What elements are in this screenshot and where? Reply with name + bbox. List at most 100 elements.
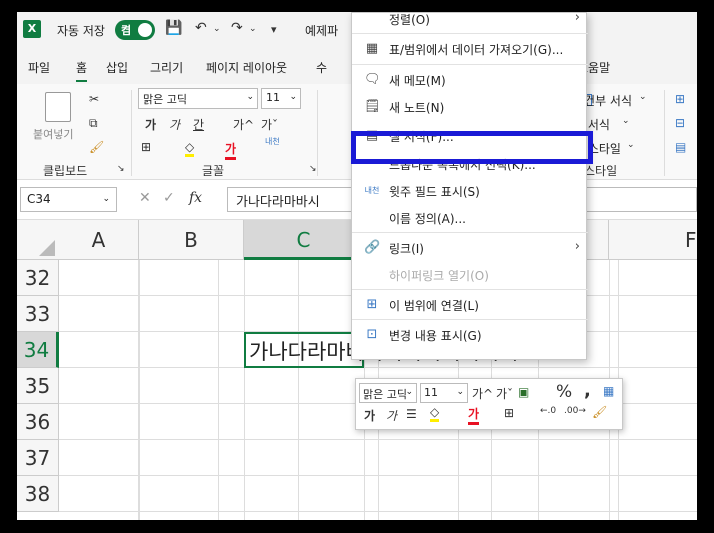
format-table-icon[interactable]: ▦	[603, 384, 614, 398]
mini-fill-color-icon[interactable]: ◇	[430, 405, 440, 422]
bold-button[interactable]: 가	[145, 116, 156, 133]
cancel-icon[interactable]: ✕	[139, 190, 151, 206]
name-box-value: C34	[27, 192, 51, 206]
border-icon[interactable]: ⊞	[141, 140, 151, 154]
increase-font-icon[interactable]: 가^	[233, 116, 254, 133]
font-name-value: 맑은 고딕	[143, 93, 187, 106]
menu-item-label: 하이퍼링크 열기(O)	[389, 269, 489, 283]
column-header-b[interactable]: B	[139, 220, 244, 260]
autosave-toggle[interactable]: 켬	[115, 20, 155, 40]
enter-icon[interactable]: ✓	[163, 190, 175, 206]
delete-cells-icon[interactable]: ⊟	[675, 116, 685, 130]
paste-icon[interactable]	[45, 92, 71, 122]
menu-item-open-hyperlink: 하이퍼링크 열기(O)	[352, 261, 588, 289]
table-icon: ▦	[365, 41, 379, 56]
align-center-icon[interactable]: ☰	[406, 407, 417, 421]
chevron-down-icon: ⌄	[639, 92, 647, 102]
tab-page-layout[interactable]: 페이지 레이아웃	[206, 59, 287, 76]
menu-item-get-data[interactable]: ▦ 표/범위에서 데이터 가져오기(G)...	[352, 35, 588, 63]
file-name: 예제파	[305, 24, 339, 38]
tab-home[interactable]: 홈	[76, 59, 88, 82]
row-header-34[interactable]: 34	[17, 332, 59, 368]
menu-separator	[352, 64, 588, 65]
column-header-a[interactable]: A	[59, 220, 139, 260]
select-all-button[interactable]	[17, 220, 59, 260]
clipboard-launcher-icon[interactable]: ↘	[117, 164, 125, 174]
column-header-c[interactable]: C	[244, 220, 364, 260]
accounting-format-icon[interactable]: ▣	[518, 385, 529, 399]
increase-decimal-icon[interactable]: ←.0	[540, 406, 556, 416]
redo-dropdown-icon[interactable]: ⌄	[249, 24, 257, 34]
decrease-font-icon[interactable]: 가ˇ	[261, 116, 278, 133]
customize-toolbar-icon[interactable]: ▾	[271, 23, 277, 36]
mini-bold-button[interactable]: 가	[364, 407, 375, 424]
menu-item-label: 윗주 필드 표시(S)	[389, 185, 480, 199]
menu-separator	[352, 289, 588, 290]
menu-item-show-changes[interactable]: ⊡ 변경 내용 표시(G)	[352, 321, 588, 349]
menu-item-link-to-range[interactable]: ⊞ 이 범위에 연결(L)	[352, 291, 588, 319]
insert-cells-icon[interactable]: ⊞	[675, 92, 685, 106]
chevron-right-icon: ›	[574, 12, 580, 25]
font-name-select[interactable]: 맑은 고딕 ⌄	[138, 88, 258, 109]
clipboard-group-label: 클립보드	[43, 164, 88, 178]
decrease-font-icon[interactable]: 가ˇ	[496, 385, 513, 402]
increase-font-icon[interactable]: 가^	[472, 385, 493, 402]
font-size-select[interactable]: 11 ⌄	[261, 88, 301, 109]
menu-item-link[interactable]: 🔗 링크(I) ›	[352, 234, 588, 262]
row-header-38[interactable]: 38	[17, 476, 59, 512]
mini-font-size-select[interactable]: 11 ⌄	[420, 383, 468, 403]
comma-button[interactable]: ,	[584, 380, 591, 401]
row-header-35[interactable]: 35	[17, 368, 59, 404]
phonetic-icon[interactable]: 내천	[265, 136, 280, 147]
mini-format-painter-icon[interactable]: 🖌	[592, 405, 607, 419]
tab-file[interactable]: 파일	[28, 59, 50, 76]
mini-font-name-select[interactable]: 맑은 고딕 ⌄	[359, 383, 417, 403]
name-box[interactable]: C34 ⌄	[20, 187, 117, 212]
save-icon[interactable]: 💾	[165, 20, 182, 36]
menu-item-new-note[interactable]: 🗒 새 노트(N)	[352, 93, 588, 121]
select-all-triangle-icon	[39, 240, 55, 256]
menu-item-label: 이름 정의(A)...	[389, 212, 466, 226]
autosave-label: 자동 저장	[57, 24, 105, 38]
menu-item-new-comment[interactable]: 🗨 새 메모(M)	[352, 66, 588, 94]
menu-item-label: 링크(I)	[389, 242, 424, 256]
tab-formulas[interactable]: 수	[316, 59, 327, 76]
mini-italic-button[interactable]: 가	[386, 407, 397, 424]
format-icon[interactable]: ▤	[675, 140, 686, 154]
linked-range-icon: ⊞	[366, 297, 378, 312]
row-header-37[interactable]: 37	[17, 440, 59, 476]
insert-function-button[interactable]: fx	[189, 190, 202, 206]
tab-insert[interactable]: 삽입	[106, 59, 128, 76]
grid-line	[139, 260, 140, 520]
row-header-33[interactable]: 33	[17, 296, 59, 332]
copy-icon[interactable]: ⧉	[89, 116, 98, 131]
underline-button[interactable]: 간	[193, 116, 204, 133]
menu-item-show-phonetic[interactable]: 내천 윗주 필드 표시(S)	[352, 177, 588, 205]
font-launcher-icon[interactable]: ↘	[309, 164, 317, 174]
mini-border-icon[interactable]: ⊞	[504, 406, 514, 420]
grid-line	[244, 260, 245, 520]
font-color-button[interactable]: 가	[225, 140, 237, 160]
undo-icon[interactable]: ↶	[195, 20, 207, 36]
column-header-f[interactable]: F	[609, 220, 697, 260]
paste-label[interactable]: 붙여넣기	[33, 126, 73, 142]
font-group-label: 글꼴	[202, 164, 225, 178]
format-painter-icon[interactable]: 🖌	[89, 140, 104, 154]
menu-item-sort[interactable]: 정렬(O) ›	[352, 12, 588, 33]
redo-icon[interactable]: ↷	[231, 20, 243, 36]
mini-font-color-button[interactable]: 가	[468, 405, 480, 425]
menu-item-define-name[interactable]: 이름 정의(A)...	[352, 204, 588, 232]
undo-dropdown-icon[interactable]: ⌄	[213, 24, 221, 34]
fill-color-icon[interactable]: ◇	[185, 140, 195, 157]
menu-item-label: 새 노트(N)	[389, 101, 445, 115]
excel-window: X 자동 저장 켬 💾 ↶ ⌄ ↷ ⌄ ▾ 예제파 파일 홈 삽입 그리기 페이…	[17, 12, 697, 520]
row-header-36[interactable]: 36	[17, 404, 59, 440]
decrease-decimal-icon[interactable]: .00→	[564, 406, 586, 416]
tab-draw[interactable]: 그리기	[150, 59, 183, 76]
row-header-32[interactable]: 32	[17, 260, 59, 296]
italic-button[interactable]: 가	[169, 116, 180, 133]
cut-icon[interactable]: ✂	[89, 92, 99, 106]
mini-toolbar: 맑은 고딕 ⌄ 11 ⌄ 가^ 가ˇ ▣ % , ▦ 가 가 ☰ ◇ 가 ⊞ ←…	[355, 378, 623, 430]
context-menu: 정렬(O) › ▦ 표/범위에서 데이터 가져오기(G)... 🗨 새 메모(M…	[351, 12, 588, 360]
percent-button[interactable]: %	[556, 382, 572, 402]
